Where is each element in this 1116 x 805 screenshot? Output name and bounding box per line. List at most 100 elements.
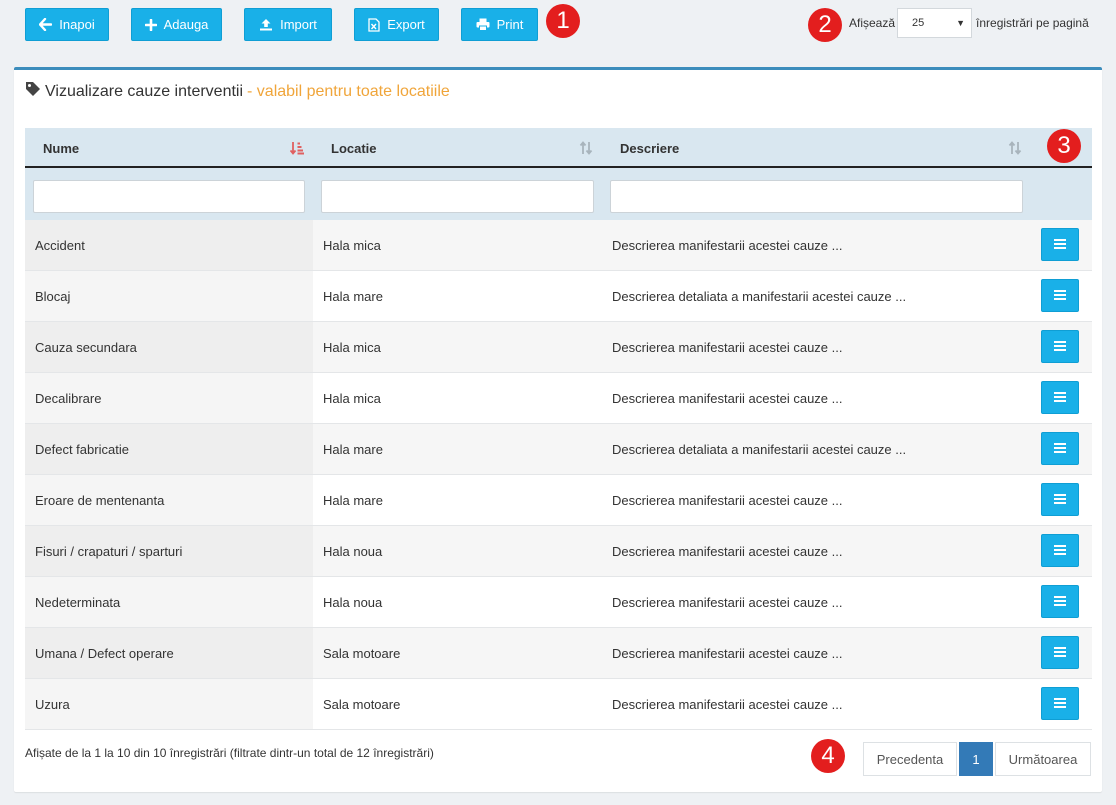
table-body: Accident Hala mica Descrierea manifestarii…: [25, 220, 1092, 730]
row-menu-button[interactable]: [1041, 687, 1079, 720]
cell-descriere: Descrierea detaliata a manifestarii aces…: [612, 441, 907, 457]
cell-locatie: Hala mica: [323, 339, 381, 355]
page-size-select[interactable]: 25 ▼: [897, 8, 973, 38]
cell-descriere: Descrierea manifestarii acestei cauze ..…: [612, 645, 843, 661]
table-row: Fisuri / crapaturi / sparturi Hala noua De…: [25, 526, 1092, 577]
column-header-nume[interactable]: Nume: [43, 128, 79, 168]
row-menu-button[interactable]: [1041, 636, 1079, 669]
row-menu-button[interactable]: [1041, 381, 1079, 414]
table-row: Uzura Sala motoare Descrierea manifestarii…: [25, 679, 1092, 730]
row-menu-button[interactable]: [1041, 585, 1079, 618]
cell-locatie: Sala motoare: [323, 696, 401, 712]
pagination: Precedenta 1 Următoarea: [863, 742, 1091, 776]
filter-input-locatie[interactable]: [321, 180, 594, 213]
cell-descriere: Descrierea manifestarii acestei cauze ..…: [612, 339, 843, 355]
table-row: Nedeterminata Hala noua Descrierea manifes…: [25, 577, 1092, 628]
panel-title-text: Vizualizare cauze interventii: [45, 82, 244, 100]
hamburger-menu-icon: [1054, 441, 1066, 456]
cell-locatie: Hala mica: [323, 237, 381, 253]
table-info: Afișate de la 1 la 10 din 10 înregistrăr…: [25, 746, 434, 760]
row-menu-button[interactable]: [1041, 228, 1079, 261]
cell-descriere: Descrierea manifestarii acestei cauze ..…: [612, 696, 843, 712]
caret-down-icon: ▼: [956, 18, 966, 28]
sort-icon[interactable]: [1008, 141, 1022, 158]
cell-nume: Eroare de mentenanta: [25, 475, 313, 525]
hamburger-menu-icon: [1054, 288, 1066, 303]
plus-icon: [144, 18, 157, 31]
sort-desc-icon[interactable]: [289, 141, 304, 158]
row-menu-button[interactable]: [1041, 330, 1079, 363]
cell-descriere: Descrierea manifestarii acestei cauze ..…: [612, 543, 843, 559]
cell-nume: Fisuri / crapaturi / sparturi: [25, 526, 313, 576]
row-menu-button[interactable]: [1041, 534, 1079, 567]
table-row: Blocaj Hala mare Descrierea detaliata a ma…: [25, 271, 1092, 322]
cell-locatie: Hala noua: [323, 543, 383, 559]
cell-locatie: Hala mare: [323, 288, 383, 304]
cell-nume: Accident: [25, 220, 313, 270]
cell-descriere: Descrierea manifestarii acestei cauze ..…: [612, 390, 843, 406]
row-menu-button[interactable]: [1041, 483, 1079, 516]
import-button[interactable]: Import: [244, 8, 332, 41]
export-button[interactable]: Export: [354, 8, 439, 41]
hamburger-menu-icon: [1054, 594, 1066, 609]
filter-input-descriere[interactable]: [610, 180, 1023, 213]
column-header-locatie[interactable]: Locatie: [331, 128, 377, 168]
tag-icon: [25, 81, 41, 102]
page-button-current[interactable]: 1: [959, 742, 993, 776]
annotation-badge-2: 2: [808, 8, 842, 42]
cell-nume: Blocaj: [25, 271, 313, 321]
cell-locatie: Hala mare: [323, 441, 383, 457]
hamburger-menu-icon: [1054, 390, 1066, 405]
back-button-label: Inapoi: [59, 17, 95, 32]
printer-icon: [476, 18, 490, 31]
print-button[interactable]: Print: [461, 8, 538, 41]
cell-nume: Decalibrare: [25, 373, 313, 423]
table-row: Defect fabricatie Hala mare Descrierea det…: [25, 424, 1092, 475]
cell-locatie: Hala mica: [323, 390, 381, 406]
hamburger-menu-icon: [1054, 339, 1066, 354]
cell-descriere: Descrierea detaliata a manifestarii aces…: [612, 288, 907, 304]
page-size-value: 25: [912, 17, 925, 29]
import-button-label: Import: [280, 17, 317, 32]
annotation-badge-3: 3: [1047, 129, 1081, 163]
export-button-label: Export: [387, 17, 425, 32]
cell-locatie: Hala mare: [323, 492, 383, 508]
add-button[interactable]: Adauga: [131, 8, 222, 41]
cell-descriere: Descrierea manifestarii acestei cauze ..…: [612, 594, 843, 610]
table-header: Nume Locatie Descriere: [25, 128, 1092, 220]
hamburger-menu-icon: [1054, 237, 1066, 252]
cell-descriere: Descrierea manifestarii acestei cauze ..…: [612, 492, 843, 508]
row-menu-button[interactable]: [1041, 432, 1079, 465]
row-menu-button[interactable]: [1041, 279, 1079, 312]
hamburger-menu-icon: [1054, 492, 1066, 507]
causes-panel: Vizualizare cauze interventii - valabil …: [14, 67, 1102, 792]
cell-nume: Cauza secundara: [25, 322, 313, 372]
add-button-label: Adauga: [163, 17, 209, 32]
upload-icon: [259, 18, 273, 31]
cell-descriere: Descrierea manifestarii acestei cauze ..…: [612, 237, 843, 253]
page-size-control: Afișează 25 ▼ înregistrări pe pagină: [849, 8, 1089, 38]
table-row: Accident Hala mica Descrierea manifestarii…: [25, 220, 1092, 271]
hamburger-menu-icon: [1054, 543, 1066, 558]
table-row: Decalibrare Hala mica Descrierea manifesta…: [25, 373, 1092, 424]
page-size-label-after: înregistrări pe pagină: [976, 16, 1089, 30]
table-row: Eroare de mentenanta Hala mare Descrierea …: [25, 475, 1092, 526]
cell-nume: Umana / Defect operare: [25, 628, 313, 678]
excel-file-icon: [368, 17, 380, 32]
panel-subtitle: - valabil pentru toate locatiile: [247, 82, 450, 100]
cell-nume: Uzura: [25, 679, 313, 729]
filter-input-nume[interactable]: [33, 180, 305, 213]
column-header-descriere[interactable]: Descriere: [620, 128, 679, 168]
hamburger-menu-icon: [1054, 696, 1066, 711]
sort-icon[interactable]: [579, 141, 593, 158]
table-row: Umana / Defect operare Sala motoare Descri…: [25, 628, 1092, 679]
prev-page-button[interactable]: Precedenta: [863, 742, 957, 776]
page-size-label-before: Afișează: [849, 16, 896, 30]
table-row: Cauza secundara Hala mica Descrierea manif…: [25, 322, 1092, 373]
annotation-badge-4: 4: [811, 739, 845, 773]
panel-title: Vizualizare cauze interventii - valabil …: [25, 81, 450, 102]
cell-nume: Defect fabricatie: [25, 424, 313, 474]
back-button[interactable]: Inapoi: [25, 8, 109, 41]
cell-locatie: Sala motoare: [323, 645, 401, 661]
next-page-button[interactable]: Următoarea: [995, 742, 1091, 776]
